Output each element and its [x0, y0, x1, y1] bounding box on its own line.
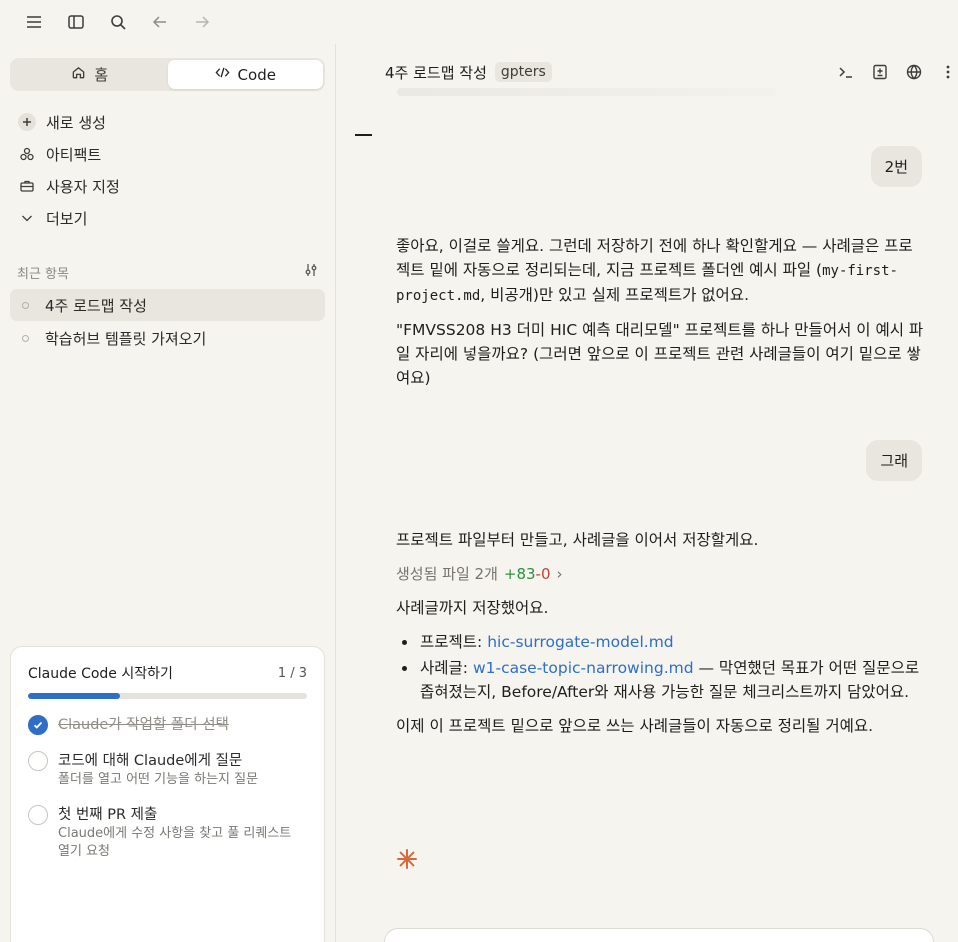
onboarding-step-title: 코드에 대해 Claude에게 질문 — [58, 753, 243, 769]
forward-icon[interactable] — [190, 10, 214, 34]
project-tag[interactable]: gpters — [494, 62, 552, 82]
list-item: 사례글: w1-case-topic-narrowing.md — 막연했던 목… — [396, 656, 924, 704]
collapse-marker — [355, 134, 372, 136]
sidebar-item-customize[interactable]: 사용자 지정 — [10, 170, 325, 202]
tab-home-label: 홈 — [94, 66, 109, 84]
lines-removed: -0 — [535, 565, 551, 583]
check-icon — [28, 715, 48, 735]
terminal-icon[interactable] — [836, 60, 856, 84]
sidebar-item-label: 아티팩트 — [46, 145, 102, 164]
onboarding-step-title: 첫 번째 PR 제출 — [58, 807, 158, 823]
message-paragraph: 이제 이 프로젝트 밑으로 앞으로 쓰는 사례글들이 자동으로 정리될 거예요. — [396, 717, 874, 735]
file-link[interactable]: w1-case-topic-narrowing.md — [473, 659, 694, 677]
onboarding-step-title: Claude가 작업할 폴더 선택 — [58, 717, 229, 733]
menu-icon[interactable] — [22, 10, 46, 34]
mode-switch: 홈 Code — [10, 58, 325, 91]
recent-header-label: 최근 항목 — [17, 266, 69, 282]
sidebar-item-label: 사용자 지정 — [46, 177, 120, 196]
created-files-summary[interactable]: 생성됨 파일 2개 +83 -0 › — [396, 562, 924, 586]
file-link[interactable]: hic-surrogate-model.md — [487, 633, 673, 651]
onboarding-step-desc: Claude에게 수정 사항을 찾고 풀 리퀘스트 열기 요청 — [58, 826, 292, 859]
unchecked-circle-icon — [28, 751, 48, 771]
user-message: 그래 — [866, 440, 922, 481]
recent-item[interactable]: 4주 로드맵 작성 — [10, 289, 325, 321]
onboarding-progress-bar — [28, 693, 307, 699]
plus-icon — [18, 113, 36, 131]
briefcase-icon — [18, 177, 36, 195]
chevron-right-icon: › — [556, 565, 563, 583]
sidebar-toggle-icon[interactable] — [64, 10, 88, 34]
filter-icon[interactable] — [303, 262, 319, 282]
list-item: 프로젝트: hic-surrogate-model.md — [396, 630, 924, 654]
onboarding-progress-label: 1 / 3 — [277, 665, 307, 681]
session-status-icon — [22, 301, 29, 309]
globe-icon[interactable] — [904, 60, 924, 84]
chevron-down-icon — [18, 209, 36, 227]
message-paragraph: 사례글까지 저장했어요. — [396, 599, 549, 617]
message-paragraph: 프로젝트 파일부터 만들고, 사례글을 이어서 저장할게요. — [396, 531, 759, 549]
assistant-message: 프로젝트 파일부터 만들고, 사례글을 이어서 저장할게요. 생성됨 파일 2개… — [396, 528, 924, 748]
more-icon[interactable] — [938, 60, 958, 84]
onboarding-header: Claude Code 시작하기 1 / 3 — [28, 663, 307, 683]
onboarding-progress-fill — [28, 693, 121, 699]
list-item-label: 사례글: — [420, 659, 473, 677]
header-actions — [836, 60, 958, 84]
diff-icon[interactable] — [870, 60, 890, 84]
user-message: 2번 — [870, 146, 922, 187]
lines-added: +83 — [503, 565, 536, 583]
prompt-input[interactable] — [384, 928, 934, 942]
recent-header: 최근 항목 — [17, 262, 319, 282]
sidebar-item-new[interactable]: 새로 생성 — [10, 106, 325, 138]
tab-home[interactable]: 홈 — [12, 60, 168, 89]
onboarding-card: Claude Code 시작하기 1 / 3 Claude가 작업할 폴더 선택… — [10, 646, 325, 942]
sidebar-item-label: 더보기 — [46, 209, 88, 228]
sidebar-nav: 새로 생성 아티팩트 사용자 지정 더보기 — [10, 106, 325, 234]
saved-files-list: 프로젝트: hic-surrogate-model.md 사례글: w1-cas… — [396, 630, 924, 704]
recent-item-label: 학습허브 템플릿 가져오기 — [45, 329, 207, 348]
conversation-title[interactable]: 4주 로드맵 작성 — [385, 62, 487, 83]
sidebar-item-more[interactable]: 더보기 — [10, 202, 325, 234]
conversation-header: 4주 로드맵 작성 gpters — [337, 44, 958, 100]
back-icon[interactable] — [148, 10, 172, 34]
tab-code[interactable]: Code — [167, 60, 323, 89]
onboarding-title: Claude Code 시작하기 — [28, 666, 173, 682]
message-paragraph: "FMVSS208 H3 더미 HIC 예측 대리모델" 프로젝트를 하나 만들… — [396, 321, 924, 387]
claude-spark-icon — [396, 848, 418, 870]
code-icon — [215, 65, 230, 84]
unchecked-circle-icon — [28, 805, 48, 825]
list-item-label: 프로젝트: — [420, 633, 488, 651]
text-span: , 비공개)만 있고 실제 프로젝트가 없어요. — [480, 286, 749, 304]
recent-item-label: 4주 로드맵 작성 — [45, 296, 147, 315]
sidebar: 홈 Code 새로 생성 아티팩트 사용자 지정 더보기 최근 항목 4주 로드… — [0, 44, 336, 942]
recent-item[interactable]: 학습허브 템플릿 가져오기 — [10, 322, 325, 354]
message-paragraph: 좋아요, 이걸로 쓸게요. 그런데 저장하기 전에 하나 확인할게요 — 사례글… — [396, 234, 924, 308]
assistant-message: 좋아요, 이걸로 쓸게요. 그런데 저장하기 전에 하나 확인할게요 — 사례글… — [396, 234, 924, 400]
onboarding-step[interactable]: Claude가 작업할 폴더 선택 — [28, 715, 307, 735]
onboarding-step[interactable]: 코드에 대해 Claude에게 질문 폴더를 열고 어떤 기능을 하는지 질문 — [28, 751, 307, 789]
sidebar-item-label: 새로 생성 — [46, 113, 106, 132]
search-icon[interactable] — [106, 10, 130, 34]
session-status-icon — [22, 334, 29, 342]
onboarding-step[interactable]: 첫 번째 PR 제출 Claude에게 수정 사항을 찾고 풀 리퀘스트 열기 … — [28, 805, 307, 861]
main-panel: 4주 로드맵 작성 gpters 2번 좋아요, 이걸로 쓸게요. 그런데 저장… — [337, 0, 958, 942]
artifacts-icon — [18, 145, 36, 163]
sidebar-item-artifacts[interactable]: 아티팩트 — [10, 138, 325, 170]
onboarding-step-desc: 폴더를 열고 어떤 기능을 하는지 질문 — [58, 772, 259, 787]
recent-list: 4주 로드맵 작성 학습허브 템플릿 가져오기 — [10, 289, 325, 355]
tab-code-label: Code — [237, 65, 276, 84]
files-label: 생성됨 파일 2개 — [396, 565, 498, 583]
home-icon — [71, 65, 86, 84]
window-toolbar — [0, 0, 336, 44]
